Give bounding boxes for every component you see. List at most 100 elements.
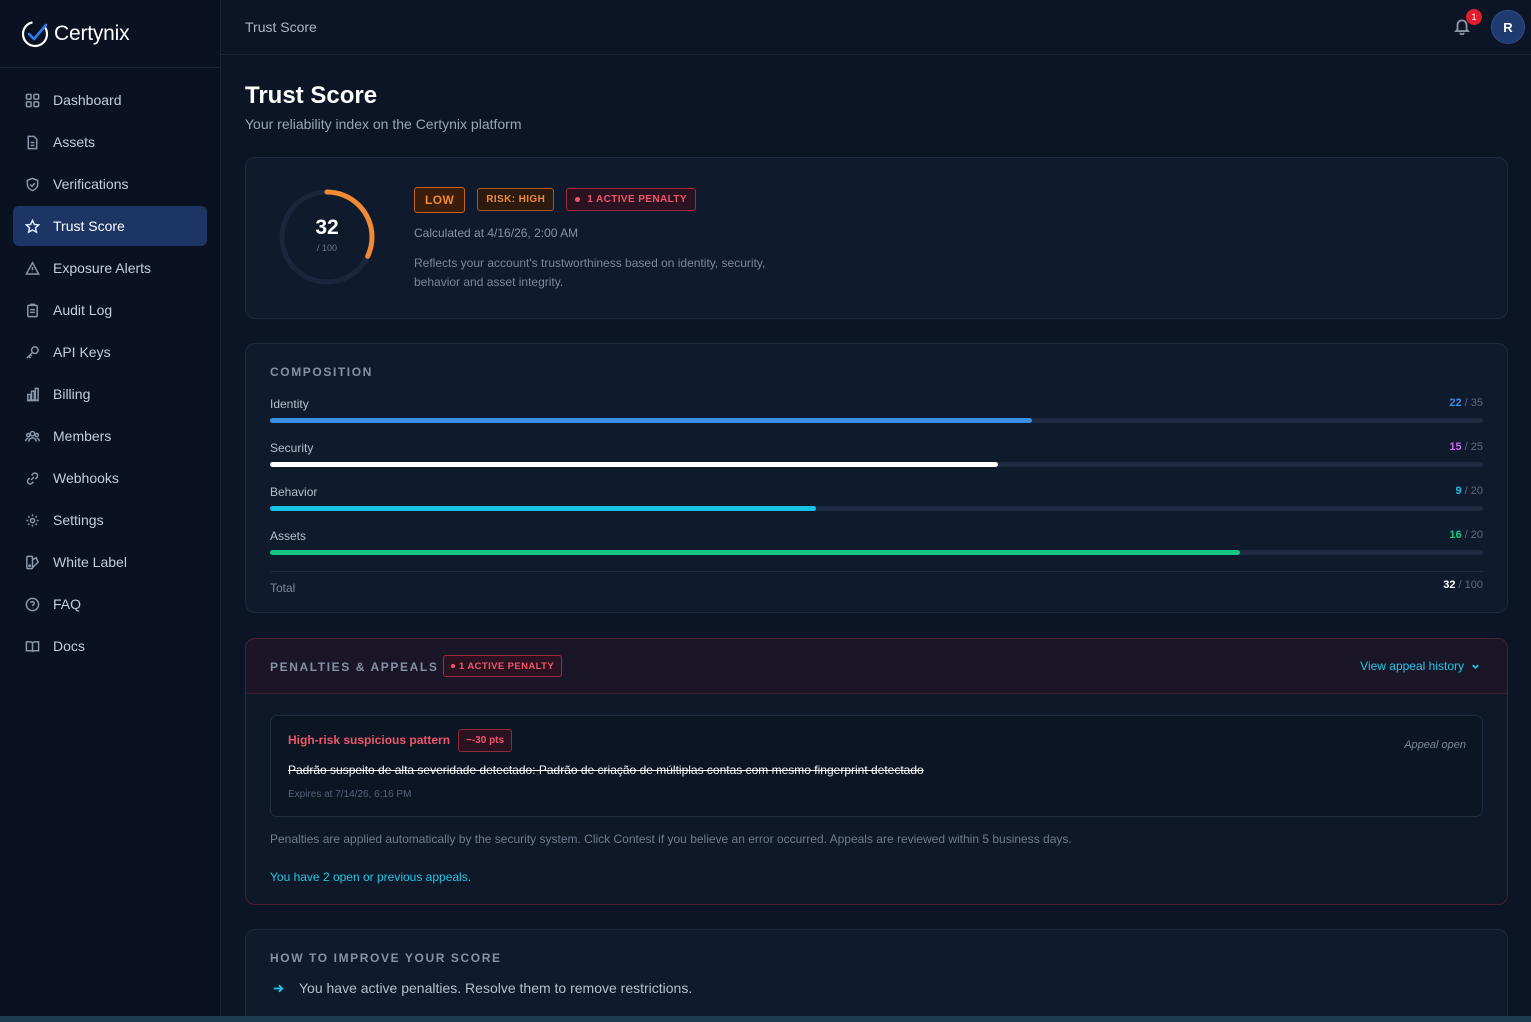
score-value: 32 xyxy=(315,216,339,239)
composition-max: / 20 xyxy=(1464,485,1483,497)
sidebar-item-label: Settings xyxy=(53,512,104,528)
composition-score: 9 xyxy=(1455,485,1462,497)
warning-icon xyxy=(25,260,40,275)
sidebar-item-label: Dashboard xyxy=(53,92,122,108)
clipboard-icon xyxy=(27,303,38,317)
total-value: 32 / 100 xyxy=(1443,579,1483,591)
arrow-right-icon xyxy=(273,984,284,992)
score-gauge: 32 / 100 xyxy=(276,186,378,288)
composition-max: / 20 xyxy=(1464,529,1483,541)
improve-title: HOW TO IMPROVE YOUR SCORE xyxy=(270,951,502,965)
status-dot xyxy=(575,197,581,202)
score-max: / 100 xyxy=(316,243,338,253)
sidebar-item-label: Exposure Alerts xyxy=(53,260,152,276)
sidebar-nav: Dashboard Assets Verifications Trust Sco… xyxy=(0,68,220,666)
star-icon xyxy=(25,218,40,234)
sidebar-item-api-keys[interactable]: API Keys xyxy=(13,332,207,372)
brand[interactable]: Certynix xyxy=(0,0,220,68)
palette-icon xyxy=(26,555,40,569)
score-card: 32 / 100 LOW RISK: HIGH 1 ACTIVE PENALTY… xyxy=(245,157,1508,319)
composition-title: COMPOSITION xyxy=(270,365,373,379)
composition-value: 22 / 35 xyxy=(1449,397,1483,409)
total-score: 32 xyxy=(1443,579,1456,591)
view-appeal-history-label: View appeal history xyxy=(1360,659,1464,673)
composition-row-behavior: Behavior 9 / 20 xyxy=(270,485,1483,515)
composition-max: / 35 xyxy=(1464,397,1483,409)
composition-score: 22 xyxy=(1449,397,1462,409)
notifications-button[interactable]: 1 xyxy=(1453,9,1482,37)
composition-card: COMPOSITION Identity 22 / 35 Security 15… xyxy=(245,343,1508,613)
composition-total-row: Total 32 / 100 xyxy=(270,571,1483,597)
composition-score: 15 xyxy=(1449,441,1462,453)
sidebar-item-trust-score[interactable]: Trust Score xyxy=(13,206,207,246)
sidebar-item-exposure-alerts[interactable]: Exposure Alerts xyxy=(13,248,207,288)
sidebar-item-members[interactable]: Members xyxy=(13,416,207,456)
active-penalty-label: 1 ACTIVE PENALTY xyxy=(459,660,555,672)
composition-value: 15 / 25 xyxy=(1449,441,1483,453)
sidebar-item-label: Audit Log xyxy=(53,302,113,318)
sidebar-item-label: Verifications xyxy=(53,176,129,192)
composition-label: Behavior xyxy=(270,485,318,499)
composition-row-security: Security 15 / 25 xyxy=(270,441,1483,471)
active-penalty-badge: 1 ACTIVE PENALTY xyxy=(566,188,696,211)
penalties-title: PENALTIES & APPEALS xyxy=(270,660,439,674)
chevron-down-icon xyxy=(1472,664,1479,669)
composition-row-identity: Identity 22 / 35 xyxy=(270,397,1483,427)
page-title: Trust Score xyxy=(245,82,378,109)
sidebar-item-label: API Keys xyxy=(53,344,111,360)
penalty-title: High-risk suspicious pattern xyxy=(288,733,451,747)
penalties-note: Penalties are applied automatically by t… xyxy=(270,832,1072,846)
penalties-header: PENALTIES & APPEALS 1 ACTIVE PENALTY Vie… xyxy=(246,639,1507,694)
sidebar-item-faq[interactable]: FAQ xyxy=(13,584,207,624)
composition-value: 9 / 20 xyxy=(1455,485,1483,497)
composition-max: / 25 xyxy=(1464,441,1483,453)
sidebar-item-billing[interactable]: Billing xyxy=(13,374,207,414)
total-max: / 100 xyxy=(1458,579,1483,591)
sidebar-item-label: White Label xyxy=(53,554,127,570)
composition-value: 16 / 20 xyxy=(1449,529,1483,541)
composition-track xyxy=(270,418,1483,423)
link-icon xyxy=(26,471,39,485)
penalties-card: PENALTIES & APPEALS 1 ACTIVE PENALTY Vie… xyxy=(245,638,1508,905)
improve-item: You have active penalties. Resolve them … xyxy=(272,980,692,996)
sidebar-item-dashboard[interactable]: Dashboard xyxy=(13,80,207,120)
sidebar-item-white-label[interactable]: White Label xyxy=(13,542,207,582)
composition-row-assets: Assets 16 / 20 xyxy=(270,529,1483,559)
sidebar-item-verifications[interactable]: Verifications xyxy=(13,164,207,204)
composition-label: Assets xyxy=(270,529,307,543)
composition-bar-fill xyxy=(270,418,1033,423)
bottom-scrollbar[interactable] xyxy=(0,1016,1531,1022)
sidebar-item-label: Billing xyxy=(53,386,91,402)
breadcrumb: Trust Score xyxy=(245,19,317,35)
open-appeals-link[interactable]: You have 2 open or previous appeals. xyxy=(270,870,471,884)
sidebar-item-assets[interactable]: Assets xyxy=(13,122,207,162)
improve-card: HOW TO IMPROVE YOUR SCORE You have activ… xyxy=(245,929,1508,1022)
avatar[interactable]: R xyxy=(1491,10,1525,44)
calculated-timestamp: Calculated at 4/16/26, 2:00 AM xyxy=(414,226,579,240)
sidebar-item-webhooks[interactable]: Webhooks xyxy=(13,458,207,498)
sidebar-item-label: Trust Score xyxy=(53,218,125,234)
composition-bar-fill xyxy=(270,462,998,467)
sidebar: Certynix Dashboard Assets Verifications … xyxy=(0,0,221,1022)
composition-bar-fill xyxy=(270,506,816,511)
bar-chart-icon xyxy=(26,387,39,401)
gear-icon xyxy=(26,513,39,527)
brand-name: Certynix xyxy=(54,21,130,45)
total-label: Total xyxy=(270,581,296,595)
file-icon xyxy=(27,135,38,149)
sidebar-item-audit-log[interactable]: Audit Log xyxy=(13,290,207,330)
sidebar-item-label: Assets xyxy=(53,134,96,150)
view-appeal-history-link[interactable]: View appeal history xyxy=(1360,659,1481,673)
active-penalty-badge: 1 ACTIVE PENALTY xyxy=(443,655,563,677)
sidebar-item-label: Members xyxy=(53,428,112,444)
penalty-item: High-risk suspicious pattern −-30 pts Pa… xyxy=(270,715,1483,817)
penalty-description: Padrão suspeito de alta severidade detec… xyxy=(288,763,924,777)
composition-label: Identity xyxy=(270,397,309,411)
composition-track xyxy=(270,550,1483,555)
sidebar-item-docs[interactable]: Docs xyxy=(13,626,207,666)
sidebar-item-settings[interactable]: Settings xyxy=(13,500,207,540)
level-badge: LOW xyxy=(414,187,466,213)
page-subtitle: Your reliability index on the Certynix p… xyxy=(245,116,522,132)
help-icon xyxy=(25,597,40,611)
composition-label: Security xyxy=(270,441,314,455)
